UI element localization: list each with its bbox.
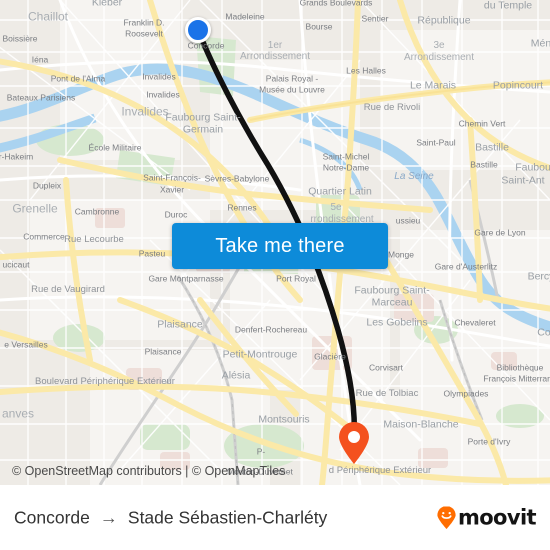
route-origin-label: Concorde — [14, 507, 90, 527]
moovit-wordmark: moovit — [457, 505, 537, 529]
map-viewport[interactable]: Kléber Chaillot Madeleine Franklin D. Roosev… — [0, 0, 550, 485]
route-summary: Concorde → Stade Sébastien-Charléty — [14, 507, 327, 528]
take-me-there-button[interactable]: Take me there — [172, 223, 388, 269]
route-destination-label: Stade Sébastien-Charléty — [127, 507, 328, 527]
destination-pin-icon[interactable] — [337, 421, 371, 465]
moovit-route-map-screen: Kléber Chaillot Madeleine Franklin D. Roosev… — [0, 0, 550, 550]
footer-bar: Concorde → Stade Sébastien-Charléty moov… — [0, 485, 550, 550]
map-attribution: © OpenStreetMap contributors | © OpenMap… — [12, 464, 286, 478]
arrow-right-icon: → — [99, 507, 118, 528]
moovit-pin-smile-icon — [437, 505, 456, 529]
moovit-logo[interactable]: moovit — [437, 505, 537, 529]
origin-dot-icon[interactable] — [185, 17, 211, 43]
